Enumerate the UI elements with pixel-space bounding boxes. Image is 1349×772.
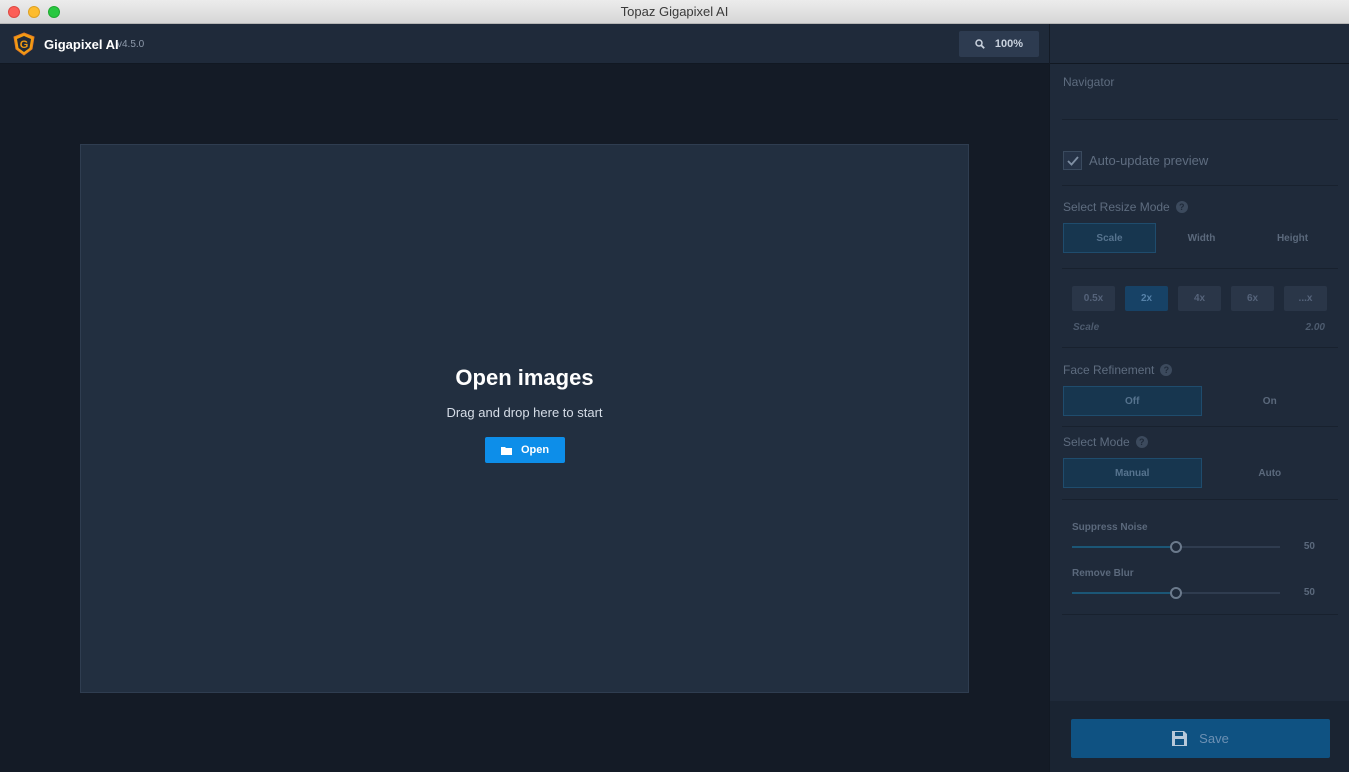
header-divider (1049, 24, 1050, 64)
slider-fill (1072, 592, 1176, 594)
app-header: G Gigapixel AI v4.5.0 100% (0, 24, 1349, 64)
image-canvas: Open images Drag and drop here to start … (0, 64, 1049, 772)
open-button-label: Open (520, 444, 550, 456)
floppy-disk-icon (1172, 731, 1188, 746)
suppress-noise-label: Suppress Noise (1072, 522, 1148, 533)
window-controls (8, 6, 60, 18)
divider (1062, 119, 1338, 120)
suppress-noise-handle[interactable] (1170, 541, 1182, 553)
panel-footer: Save (1050, 701, 1349, 772)
scale-preset-custom[interactable]: ...x (1284, 286, 1327, 311)
settings-panel: Navigator Auto-update preview Select Res… (1049, 64, 1349, 772)
scale-preset-4x[interactable]: 4x (1178, 286, 1221, 311)
resize-mode-height[interactable]: Height (1247, 223, 1338, 253)
face-refinement-label: Face Refinement? (1063, 363, 1173, 377)
open-images-button[interactable]: Open (485, 437, 565, 463)
manual-sliders: Suppress Noise 50 Remove Blur 50 (1063, 509, 1337, 614)
divider (1062, 426, 1338, 427)
navigator-label: Navigator (1063, 75, 1115, 89)
divider (1062, 268, 1338, 269)
folder-icon (500, 446, 512, 455)
resize-mode-label: Select Resize Mode? (1063, 200, 1188, 214)
drop-zone-title: Open images (455, 365, 594, 390)
mode-selector: Manual Auto (1063, 458, 1338, 488)
help-icon[interactable]: ? (1135, 436, 1148, 448)
maximize-window-button[interactable] (48, 6, 60, 18)
magnifier-icon (975, 39, 985, 49)
auto-update-checkbox[interactable] (1063, 151, 1082, 170)
select-mode-label: Select Mode? (1063, 435, 1148, 449)
gigapixel-logo-icon: G (13, 32, 35, 56)
scale-value: 2.00 (1305, 322, 1325, 333)
scale-preset-2x[interactable]: 2x (1125, 286, 1168, 311)
divider (1062, 347, 1338, 348)
suppress-noise-value: 50 (1303, 541, 1315, 552)
remove-blur-label: Remove Blur (1072, 568, 1134, 579)
resize-mode-selector: Scale Width Height (1063, 223, 1338, 253)
scale-preset-0-5x[interactable]: 0.5x (1072, 286, 1115, 311)
help-icon[interactable]: ? (1160, 364, 1173, 376)
save-button[interactable]: Save (1071, 719, 1330, 758)
close-window-button[interactable] (8, 6, 20, 18)
resize-mode-width[interactable]: Width (1156, 223, 1247, 253)
zoom-button[interactable]: 100% (959, 31, 1039, 57)
remove-blur-value: 50 (1303, 587, 1315, 598)
auto-update-label: Auto-update preview (1089, 153, 1209, 168)
scale-preset-6x[interactable]: 6x (1231, 286, 1274, 311)
slider-fill (1072, 546, 1176, 548)
face-refinement-on[interactable]: On (1202, 386, 1339, 416)
divider (1062, 499, 1338, 500)
face-refinement-off[interactable]: Off (1063, 386, 1202, 416)
remove-blur-handle[interactable] (1170, 587, 1182, 599)
mode-auto[interactable]: Auto (1202, 458, 1339, 488)
resize-mode-scale[interactable]: Scale (1063, 223, 1156, 253)
window-title: Topaz Gigapixel AI (620, 4, 729, 19)
face-refinement-selector: Off On (1063, 386, 1338, 416)
minimize-window-button[interactable] (28, 6, 40, 18)
help-icon[interactable]: ? (1175, 201, 1188, 213)
divider (1062, 614, 1338, 615)
drop-zone[interactable]: Open images Drag and drop here to start … (80, 144, 969, 693)
divider (1062, 185, 1338, 186)
mode-manual[interactable]: Manual (1063, 458, 1202, 488)
svg-text:G: G (20, 39, 29, 51)
checkmark-icon (1066, 155, 1079, 166)
app-version: v4.5.0 (117, 39, 145, 50)
scale-presets: 0.5x 2x 4x 6x ...x (1072, 286, 1327, 311)
scale-label: Scale (1073, 322, 1100, 333)
app-name: Gigapixel AI (44, 37, 119, 52)
drop-zone-subtitle: Drag and drop here to start (446, 405, 603, 420)
window-titlebar: Topaz Gigapixel AI (0, 0, 1349, 24)
save-button-label: Save (1199, 731, 1229, 746)
zoom-level: 100% (994, 38, 1024, 50)
